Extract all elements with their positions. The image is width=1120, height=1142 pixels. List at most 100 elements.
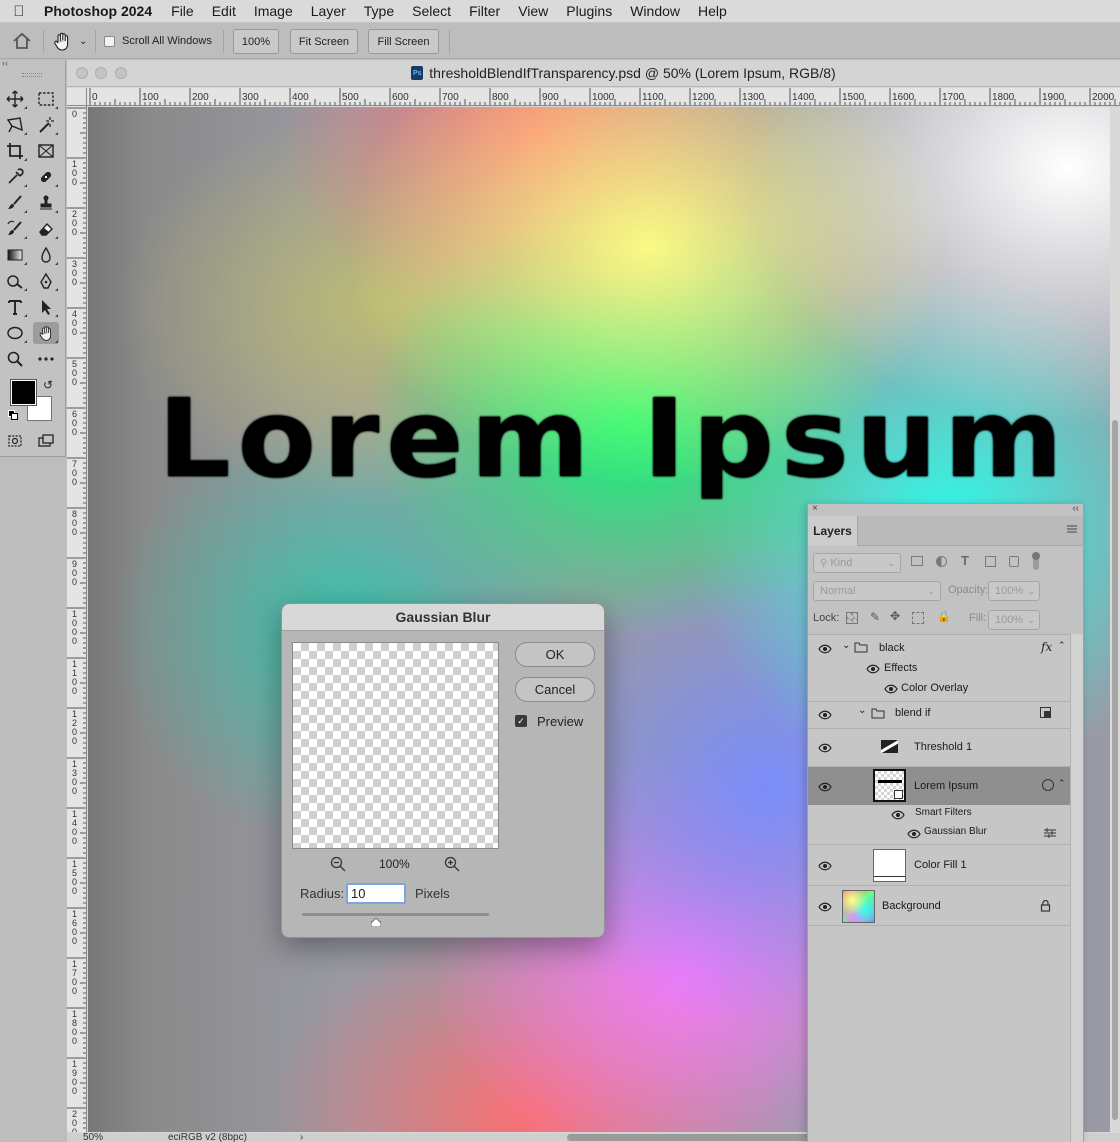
horizontal-ruler[interactable]: 0 100 200 300 400 500 600 700 800 900 1000 1100 1200…	[87, 88, 1120, 106]
panel-menu-icon[interactable]	[1067, 524, 1077, 534]
preview-checkbox[interactable]: ✓	[515, 715, 527, 727]
lock-artboard-icon[interactable]	[912, 612, 924, 624]
home-icon[interactable]	[11, 31, 33, 51]
zoom-100-button[interactable]: 100%	[233, 29, 279, 54]
ok-button[interactable]: OK	[515, 642, 595, 667]
visibility-eye-icon[interactable]	[866, 664, 880, 674]
clone-stamp-tool-icon[interactable]	[33, 192, 59, 214]
type-tool-icon[interactable]	[2, 296, 28, 318]
chevron-down-icon[interactable]: ⌄	[842, 640, 850, 651]
ruler-origin[interactable]	[67, 88, 87, 106]
cancel-button[interactable]: Cancel	[515, 677, 595, 702]
layer-row-background[interactable]: Background	[808, 885, 1070, 926]
lasso-tool-icon[interactable]	[2, 114, 28, 136]
visibility-eye-icon[interactable]	[907, 829, 921, 839]
chevron-down-icon[interactable]: ⌄	[79, 36, 87, 47]
horizontal-scrollbar-thumb[interactable]	[567, 1134, 817, 1141]
layer-name-blend-if[interactable]: blend if	[895, 707, 930, 719]
layer-effects-fx-icon[interactable]: fx	[1041, 640, 1052, 654]
filter-type-icon[interactable]: T	[961, 553, 969, 568]
vertical-ruler[interactable]: 0100200300400500600700800900100011001200…	[67, 106, 87, 1132]
layer-name-threshold[interactable]: Threshold 1	[914, 741, 972, 753]
default-colors-icon[interactable]	[8, 410, 18, 420]
filter-adjustment-icon[interactable]	[936, 556, 947, 567]
close-window-button[interactable]	[76, 67, 88, 79]
swap-colors-icon[interactable]: ↺	[43, 378, 53, 392]
collapse-panel-icon[interactable]: ‹‹	[1072, 503, 1079, 514]
move-tool-icon[interactable]	[2, 88, 28, 110]
menu-window[interactable]: Window	[621, 3, 689, 19]
collapse-icon[interactable]: ‹‹	[0, 59, 65, 69]
filter-smart-object-icon[interactable]	[1009, 556, 1019, 567]
layer-thumbnail-color-fill[interactable]	[873, 849, 906, 882]
layer-row-blend-if[interactable]: ⌄ blend if	[808, 701, 1070, 727]
zoom-in-icon[interactable]	[444, 856, 460, 872]
status-zoom[interactable]: 50%	[83, 1133, 103, 1142]
layer-thumbnail-lorem-ipsum[interactable]	[873, 769, 906, 802]
lock-transparent-pixels-icon[interactable]	[846, 612, 858, 624]
smart-filter-gaussian-blur[interactable]: Gaussian Blur	[924, 826, 987, 837]
fill-screen-button[interactable]: Fill Screen	[368, 29, 439, 54]
menu-help[interactable]: Help	[689, 3, 736, 19]
status-menu-icon[interactable]: ›	[300, 1133, 303, 1142]
filter-toggle-switch[interactable]	[1032, 552, 1040, 570]
blend-mode-select[interactable]: Normal ⌄	[813, 581, 941, 601]
layer-row-color-fill[interactable]: Color Fill 1	[808, 844, 1070, 885]
radius-input[interactable]: 10	[346, 883, 406, 904]
more-tools-icon[interactable]	[33, 348, 59, 370]
minimize-window-button[interactable]	[95, 67, 107, 79]
filter-pixel-icon[interactable]	[911, 556, 923, 566]
frame-tool-icon[interactable]	[33, 140, 59, 162]
layer-name-color-fill[interactable]: Color Fill 1	[914, 859, 967, 871]
close-panel-icon[interactable]: ×	[812, 503, 818, 514]
screen-mode-icon[interactable]	[33, 430, 59, 452]
radius-slider-thumb[interactable]	[371, 918, 381, 927]
foreground-color-swatch[interactable]	[10, 379, 37, 406]
layers-scrollbar[interactable]	[1070, 634, 1083, 1142]
filter-blending-options-icon[interactable]	[1044, 828, 1056, 838]
visibility-eye-icon[interactable]	[818, 644, 832, 654]
brush-tool-icon[interactable]	[2, 192, 28, 214]
history-brush-tool-icon[interactable]	[2, 218, 28, 240]
layer-row-lorem-ipsum[interactable]: Lorem Ipsum ⌃	[808, 766, 1070, 805]
magic-wand-tool-icon[interactable]	[33, 114, 59, 136]
chevron-up-icon[interactable]: ⌃	[1058, 778, 1066, 789]
dodge-tool-icon[interactable]	[2, 270, 28, 292]
tab-layers[interactable]: Layers	[808, 516, 858, 546]
smart-filters-label[interactable]: Smart Filters	[915, 807, 972, 818]
ellipse-tool-icon[interactable]	[2, 322, 28, 344]
radius-slider-track[interactable]	[302, 913, 489, 916]
apple-menu-icon[interactable]: 	[0, 3, 38, 20]
hand-tool-icon[interactable]	[33, 322, 59, 344]
scroll-all-windows-checkbox[interactable]	[104, 36, 115, 47]
visibility-eye-icon[interactable]	[818, 743, 832, 753]
menu-type[interactable]: Type	[355, 3, 403, 19]
layer-thumbnail-background[interactable]	[842, 890, 875, 923]
menu-layer[interactable]: Layer	[302, 3, 355, 19]
chevron-up-icon[interactable]: ⌃	[1058, 640, 1066, 651]
menu-select[interactable]: Select	[403, 3, 460, 19]
layer-row-threshold[interactable]: Threshold 1	[808, 728, 1070, 766]
opacity-input[interactable]: 100% ⌄	[988, 581, 1040, 601]
quick-mask-icon[interactable]	[2, 430, 28, 452]
layer-name-black[interactable]: black	[879, 642, 905, 654]
menu-filter[interactable]: Filter	[460, 3, 509, 19]
canvas-text-lorem-ipsum[interactable]: Lorem Ipsum	[158, 375, 1070, 501]
lock-image-pixels-icon[interactable]: ✎	[870, 610, 882, 624]
eraser-tool-icon[interactable]	[33, 218, 59, 240]
zoom-window-button[interactable]	[115, 67, 127, 79]
eyedropper-tool-icon[interactable]	[2, 166, 28, 188]
path-selection-tool-icon[interactable]	[33, 296, 59, 318]
lock-all-icon[interactable]: 🔒	[937, 610, 951, 623]
effects-label[interactable]: Effects	[884, 662, 917, 674]
menu-image[interactable]: Image	[245, 3, 302, 19]
lock-position-icon[interactable]: ✥	[890, 609, 902, 623]
filter-shape-icon[interactable]	[985, 556, 996, 567]
marquee-tool-icon[interactable]	[33, 88, 59, 110]
blur-tool-icon[interactable]	[33, 244, 59, 266]
layer-filter-kind[interactable]: ⚲ Kind ⌄	[813, 553, 901, 573]
visibility-eye-icon[interactable]	[818, 861, 832, 871]
zoom-out-icon[interactable]	[330, 856, 346, 872]
gradient-tool-icon[interactable]	[2, 244, 28, 266]
visibility-eye-icon[interactable]	[818, 782, 832, 792]
